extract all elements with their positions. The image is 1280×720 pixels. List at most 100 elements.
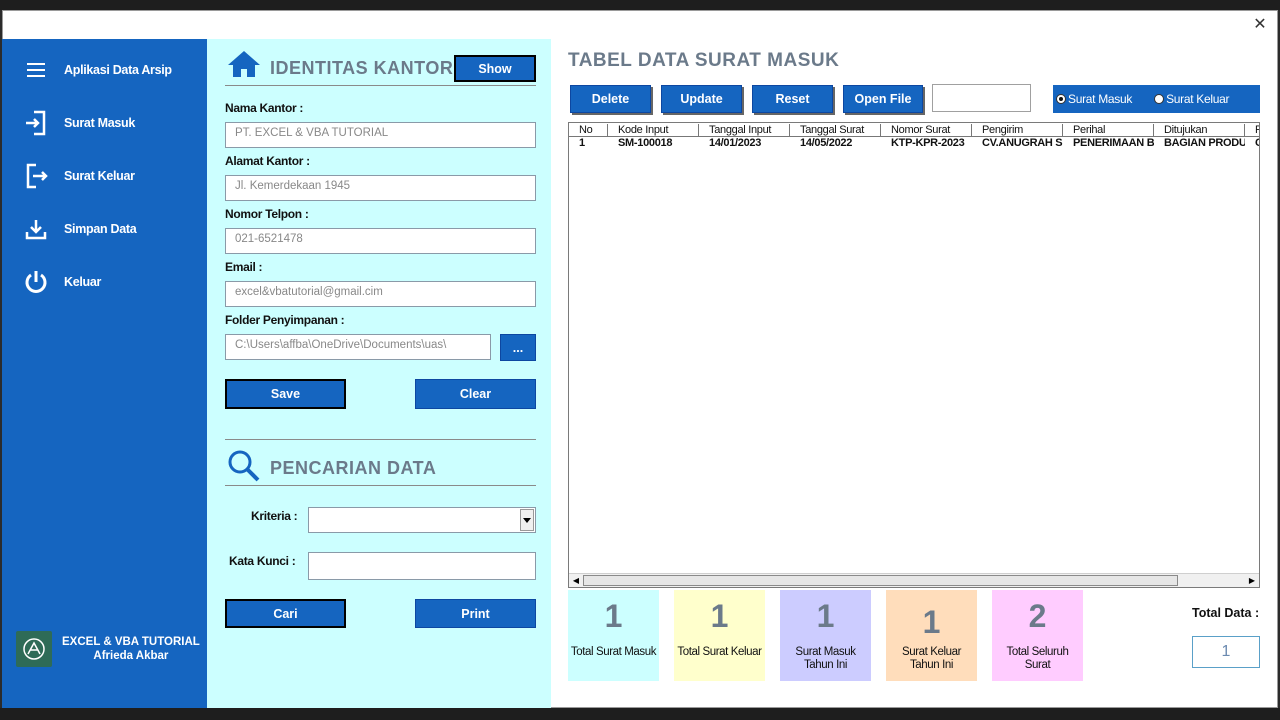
radio-surat-masuk[interactable]: Surat Masuk xyxy=(1056,92,1132,106)
clear-button[interactable]: Clear xyxy=(415,379,536,409)
nomor-telpon-label: Nomor Telpon : xyxy=(225,207,309,221)
sidebar-item-label: Keluar xyxy=(64,275,102,289)
sidebar-item-surat-masuk[interactable]: Surat Masuk xyxy=(2,103,207,143)
delete-button[interactable]: Delete xyxy=(570,85,651,113)
save-button[interactable]: Save xyxy=(225,379,346,409)
table-cell: PENERIMAAN B xyxy=(1073,137,1154,149)
column-header[interactable]: Tanggal Surat xyxy=(790,124,881,137)
sidebar-item-label: Aplikasi Data Arsip xyxy=(64,63,172,77)
column-header[interactable]: F xyxy=(1245,124,1259,137)
email-field[interactable]: excel&vbatutorial@gmail.cim xyxy=(225,281,536,307)
scroll-right-icon[interactable]: ▶ xyxy=(1245,574,1259,587)
radio-surat-keluar-label: Surat Keluar xyxy=(1166,92,1230,106)
table-cell: 1 xyxy=(579,137,585,149)
email-label: Email : xyxy=(225,260,263,274)
column-header[interactable]: Nomor Surat xyxy=(881,124,972,137)
surat-type-radio-group: Surat Masuk Surat Keluar xyxy=(1053,85,1260,113)
cari-button[interactable]: Cari xyxy=(225,599,346,628)
divider xyxy=(225,485,536,486)
card-label: Total Seluruh Surat xyxy=(1006,646,1069,671)
total-data-field: 1 xyxy=(1192,636,1260,668)
kata-kunci-input[interactable] xyxy=(308,552,536,580)
sign-in-icon xyxy=(18,108,54,138)
alamat-kantor-label: Alamat Kantor : xyxy=(225,154,310,168)
browse-folder-button[interactable]: ... xyxy=(500,334,536,361)
table-cell: 14/05/2022 xyxy=(800,137,853,149)
column-header[interactable]: Ditujukan xyxy=(1154,124,1245,137)
sidebar-item-label: Surat Keluar xyxy=(64,169,135,183)
search-icon xyxy=(227,449,261,488)
power-icon xyxy=(18,267,54,297)
show-button[interactable]: Show xyxy=(454,55,536,82)
alamat-kantor-field[interactable]: Jl. Kemerdekaan 1945 xyxy=(225,175,536,201)
card-surat-keluar-tahun-ini: 1 Surat Keluar Tahun Ini xyxy=(886,590,977,681)
card-value: 1 xyxy=(922,604,941,640)
brand-line1: EXCEL & VBA TUTORIAL xyxy=(62,636,200,648)
column-header[interactable]: Perihal xyxy=(1063,124,1154,137)
radio-unselected-icon xyxy=(1154,94,1165,104)
open-file-button[interactable]: Open File xyxy=(843,85,923,113)
menu-icon xyxy=(18,55,54,85)
nomor-telpon-field[interactable]: 021-6521478 xyxy=(225,228,536,254)
sidebar-item-surat-keluar[interactable]: Surat Keluar xyxy=(2,156,207,196)
nama-kantor-field[interactable]: PT. EXCEL & VBA TUTORIAL xyxy=(225,122,536,148)
chevron-down-icon[interactable] xyxy=(520,509,534,531)
close-icon[interactable]: ✕ xyxy=(1251,16,1269,34)
data-table[interactable]: No Kode Input Tanggal Input Tanggal Sura… xyxy=(568,122,1260,588)
tabel-title: TABEL DATA SURAT MASUK xyxy=(568,50,840,71)
sidebar-item-label: Simpan Data xyxy=(64,222,137,236)
table-cell: 14/01/2023 xyxy=(709,137,762,149)
radio-selected-icon xyxy=(1056,94,1066,104)
card-label: Total Surat Keluar xyxy=(677,646,762,658)
pencarian-title: PENCARIAN DATA xyxy=(270,458,437,478)
radio-surat-keluar[interactable]: Surat Keluar xyxy=(1154,92,1229,106)
column-header[interactable]: Kode Input xyxy=(608,124,699,137)
folder-field[interactable]: C:\Users\affba\OneDrive\Documents\uas\ xyxy=(225,334,491,360)
radio-surat-masuk-label: Surat Masuk xyxy=(1068,92,1133,106)
card-label: Total Surat Masuk xyxy=(570,646,657,658)
titlebar: ✕ xyxy=(3,11,1277,40)
card-value: 1 xyxy=(816,598,835,634)
brand-logo-icon xyxy=(16,631,52,667)
table-cell: KTP-KPR-2023 xyxy=(891,137,965,149)
card-value: 2 xyxy=(1028,598,1047,634)
card-total-surat-keluar: 1 Total Surat Keluar xyxy=(674,590,765,681)
card-total-surat-masuk: 1 Total Surat Masuk xyxy=(568,590,659,681)
column-header[interactable]: No xyxy=(569,124,608,137)
identitas-panel: IDENTITAS KANTOR Show Nama Kantor : PT. … xyxy=(207,39,551,708)
sidebar-item-keluar[interactable]: Keluar xyxy=(2,262,207,302)
sidebar-item-aplikasi[interactable]: Aplikasi Data Arsip xyxy=(2,50,207,90)
card-value: 1 xyxy=(604,598,623,634)
update-button[interactable]: Update xyxy=(661,85,742,113)
table-search-input[interactable] xyxy=(932,84,1031,112)
card-label: Surat Keluar Tahun Ini xyxy=(901,646,962,671)
card-label: Surat Masuk Tahun Ini xyxy=(795,646,856,671)
table-cell: SM-100018 xyxy=(618,137,673,149)
brand: EXCEL & VBA TUTORIAL Afrieda Akbar xyxy=(16,629,201,669)
print-button[interactable]: Print xyxy=(415,599,536,628)
reset-button[interactable]: Reset xyxy=(752,85,833,113)
brand-text: EXCEL & VBA TUTORIAL Afrieda Akbar xyxy=(62,635,200,663)
scrollbar-thumb[interactable] xyxy=(583,575,1178,586)
download-icon xyxy=(18,214,54,244)
card-surat-masuk-tahun-ini: 1 Surat Masuk Tahun Ini xyxy=(780,590,871,681)
identitas-title: IDENTITAS KANTOR xyxy=(270,58,454,78)
home-icon xyxy=(226,49,262,84)
scroll-left-icon[interactable]: ◀ xyxy=(569,574,583,587)
divider xyxy=(225,85,536,86)
card-value: 1 xyxy=(710,598,729,634)
horizontal-scrollbar[interactable]: ◀ ▶ xyxy=(569,573,1259,587)
sidebar-item-simpan-data[interactable]: Simpan Data xyxy=(2,209,207,249)
taskbar-strip xyxy=(0,708,1280,720)
kriteria-label: Kriteria : xyxy=(251,509,298,523)
total-data-label: Total Data : xyxy=(1192,606,1260,620)
card-total-seluruh-surat: 2 Total Seluruh Surat xyxy=(992,590,1083,681)
column-header[interactable]: Tanggal Input xyxy=(699,124,790,137)
kriteria-dropdown[interactable] xyxy=(308,507,536,533)
column-header[interactable]: Pengirim xyxy=(972,124,1063,137)
sidebar-item-label: Surat Masuk xyxy=(64,116,136,130)
table-cell: BAGIAN PRODU xyxy=(1164,137,1245,149)
table-row[interactable]: 1 SM-100018 14/01/2023 14/05/2022 KTP-KP… xyxy=(569,137,1259,150)
kata-kunci-label: Kata Kunci : xyxy=(229,554,296,568)
table-cell: CV.ANUGRAH S xyxy=(982,137,1063,149)
